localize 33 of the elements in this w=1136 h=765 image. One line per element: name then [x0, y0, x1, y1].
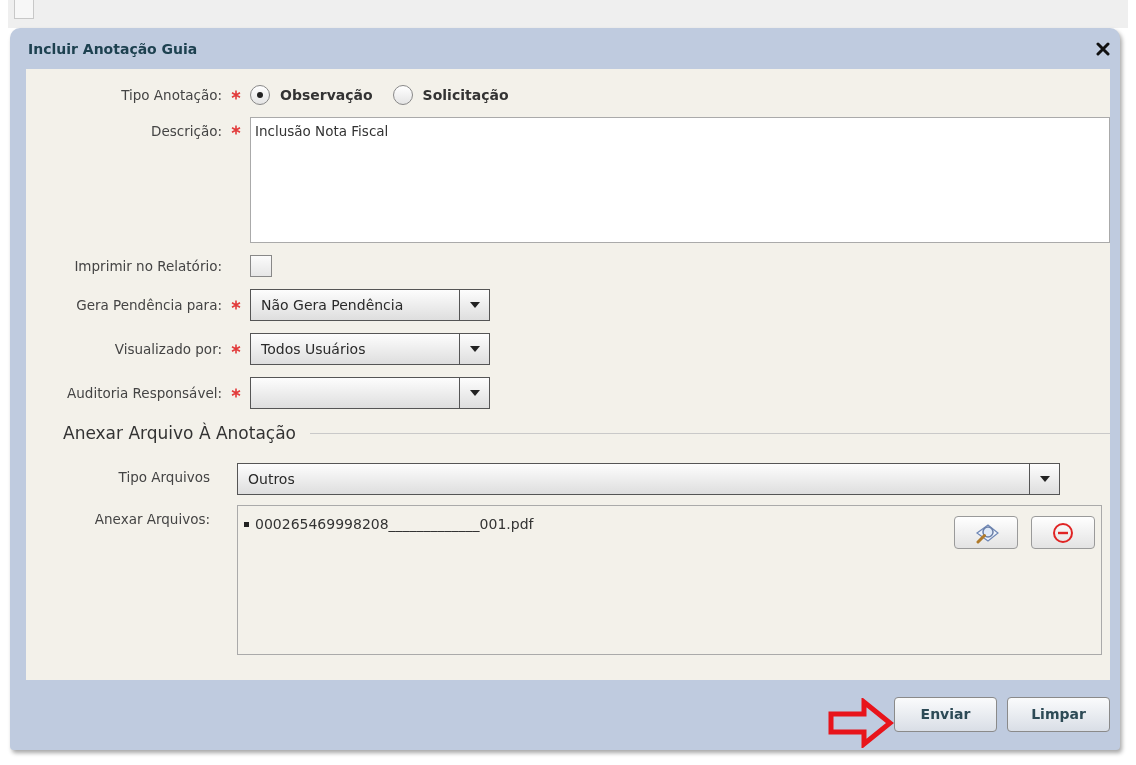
- action-button[interactable]: Enviar: [894, 696, 997, 732]
- field-label: Gera Pendência para:: [75, 297, 222, 314]
- field-label: Imprimir no Relatório:: [73, 258, 222, 275]
- dropdown[interactable]: Outros: [237, 463, 1060, 496]
- section-title: Anexar Arquivo À Anotação: [63, 423, 296, 444]
- checkbox[interactable]: [14, 0, 34, 19]
- dialog-title: Incluir Anotação Guia: [28, 40, 198, 57]
- field-label: Tipo Anotação:: [120, 87, 222, 104]
- action-button[interactable]: Limpar: [1007, 696, 1110, 732]
- field-label: Visualizado por:: [113, 341, 222, 358]
- radio-label[interactable]: Observação: [280, 87, 373, 104]
- close-icon[interactable]: [1096, 41, 1110, 56]
- dropdown[interactable]: [250, 377, 490, 410]
- radio-label[interactable]: Solicitação: [422, 87, 509, 104]
- radio-button[interactable]: [392, 85, 413, 106]
- minus-circle-icon: [1052, 521, 1074, 544]
- field-label: Descrição:: [150, 123, 222, 140]
- field-label: Tipo Arquivos: [117, 468, 210, 486]
- checkbox[interactable]: [250, 255, 272, 278]
- caret-icon: [469, 346, 480, 353]
- remove-button[interactable]: [1031, 516, 1095, 550]
- view-button[interactable]: [954, 516, 1018, 550]
- radio-button[interactable]: [250, 85, 270, 106]
- caret-icon: [469, 390, 480, 397]
- file-name[interactable]: 000265469998208_____________001.pdf: [255, 516, 534, 533]
- field-label: Anexar Arquivos:: [93, 510, 210, 528]
- description-field[interactable]: Inclusão Nota Fiscal: [250, 117, 1110, 244]
- dropdown[interactable]: Não Gera Pendência: [250, 289, 490, 322]
- field-label: Auditoria Responsável:: [66, 385, 222, 402]
- caret-icon: [1039, 476, 1050, 483]
- caret-icon: [469, 302, 480, 309]
- bullet-icon: [244, 521, 249, 527]
- dropdown[interactable]: Todos Usuários: [250, 333, 490, 366]
